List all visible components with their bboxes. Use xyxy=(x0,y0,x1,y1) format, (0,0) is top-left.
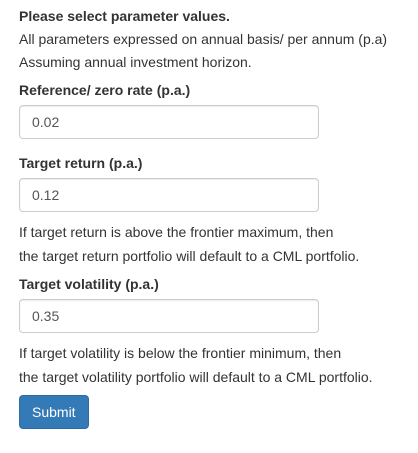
reference-rate-group: Reference/ zero rate (p.a.) xyxy=(19,80,418,139)
target-return-label: Target return (p.a.) xyxy=(19,155,143,171)
submit-button[interactable]: Submit xyxy=(19,395,89,429)
intro-line-annual-basis: All parameters expressed on annual basis… xyxy=(19,31,388,47)
intro-line-horizon: Assuming annual investment horizon. xyxy=(19,54,252,70)
target-return-input[interactable] xyxy=(19,178,319,212)
intro-title: Please select parameter values. xyxy=(19,8,230,24)
reference-rate-label: Reference/ zero rate (p.a.) xyxy=(19,82,191,98)
parameter-panel: Please select parameter values. All para… xyxy=(0,0,418,429)
target-return-help-line1: If target return is above the frontier m… xyxy=(19,224,334,240)
target-volatility-label: Target volatility (p.a.) xyxy=(19,276,159,292)
target-volatility-help-line2: the target volatility portfolio will def… xyxy=(19,369,373,385)
target-volatility-group: Target volatility (p.a.) If target volat… xyxy=(19,274,418,387)
reference-rate-input[interactable] xyxy=(19,105,319,139)
target-volatility-input[interactable] xyxy=(19,299,319,333)
target-return-group: Target return (p.a.) If target return is… xyxy=(19,153,418,266)
target-volatility-help-line1: If target volatility is below the fronti… xyxy=(19,345,342,361)
target-return-help-line2: the target return portfolio will default… xyxy=(19,248,360,264)
